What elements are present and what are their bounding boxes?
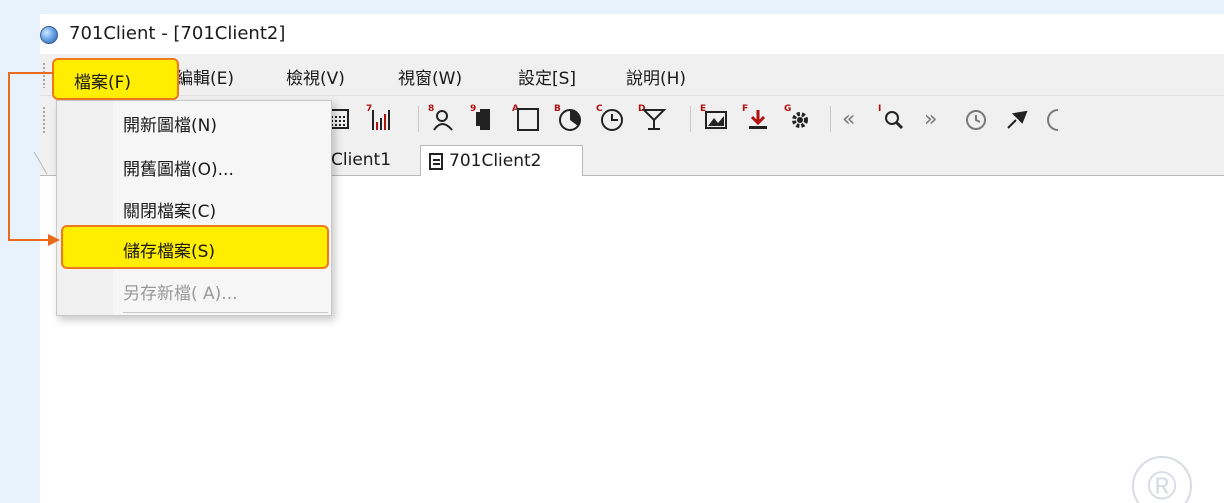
- double-left-icon[interactable]: «: [842, 107, 855, 132]
- svg-text:7: 7: [366, 104, 372, 114]
- search-icon-i[interactable]: I: [878, 104, 904, 130]
- registered-watermark: ®: [1132, 456, 1192, 503]
- svg-text:F: F: [742, 104, 748, 114]
- menu-view[interactable]: 檢視(V): [286, 64, 345, 89]
- menu-item-save[interactable]: 儲存檔案(S): [123, 237, 215, 262]
- calculator-icon-a[interactable]: A: [512, 104, 539, 131]
- toolbar-separator: [690, 106, 691, 132]
- svg-text:I: I: [878, 104, 881, 114]
- more-icon[interactable]: [1047, 109, 1059, 131]
- menu-window[interactable]: 視窗(W): [398, 64, 462, 89]
- image-icon-e[interactable]: E: [700, 104, 727, 129]
- clock-icon-c[interactable]: C: [596, 104, 623, 131]
- menu-item-open[interactable]: 開舊圖檔(O)...: [123, 155, 234, 180]
- svg-text:«: «: [842, 107, 855, 132]
- title-bar: 701Client - [701Client2]: [40, 14, 1224, 54]
- annotation-arrowhead: [48, 234, 60, 246]
- tab-client1[interactable]: Client1: [323, 145, 399, 176]
- menubar-grip[interactable]: [42, 62, 46, 88]
- menu-file[interactable]: 檔案(F): [52, 58, 179, 100]
- phone-icon-9[interactable]: 9: [470, 104, 490, 130]
- history-icon[interactable]: [966, 110, 986, 130]
- cocktail-icon-d[interactable]: D: [638, 104, 667, 130]
- annotation-arrow-top: [8, 72, 54, 74]
- menu-item-new[interactable]: 開新圖檔(N): [123, 111, 217, 136]
- toolbar-separator: [418, 106, 419, 132]
- gear-icon-g[interactable]: G: [784, 104, 808, 128]
- pie-chart-icon-b[interactable]: B: [554, 104, 581, 131]
- double-right-icon[interactable]: »: [924, 107, 937, 132]
- people-icon-8[interactable]: 8: [428, 104, 453, 131]
- svg-text:C: C: [596, 104, 603, 114]
- svg-text:»: »: [924, 107, 937, 132]
- menu-help[interactable]: 說明(H): [626, 64, 686, 89]
- menu-bar: 編輯(E) 檢視(V) 視窗(W) 設定[S] 說明(H): [40, 54, 1224, 96]
- globe-app-icon: [40, 26, 58, 44]
- svg-text:B: B: [554, 104, 561, 114]
- svg-text:9: 9: [470, 104, 476, 114]
- pin-icon[interactable]: [1007, 110, 1028, 129]
- annotation-arrow-vertical: [8, 72, 10, 241]
- tab-client1-label: Client1: [331, 150, 392, 170]
- annotation-arrow-bottom: [8, 239, 50, 241]
- file-dropdown-menu: 開新圖檔(N) 開舊圖檔(O)... 關閉檔案(C) 儲存檔案(S) 另存新檔(…: [56, 100, 332, 316]
- tab-701client2[interactable]: 701Client2: [420, 145, 583, 176]
- svg-text:G: G: [784, 104, 791, 114]
- document-icon: [429, 153, 443, 170]
- menu-separator: [123, 312, 328, 313]
- menu-edit[interactable]: 編輯(E): [176, 64, 234, 89]
- menu-gutter: [57, 101, 113, 315]
- menu-item-save-as: 另存新檔( A)...: [123, 284, 238, 304]
- window-title: 701Client - [701Client2]: [69, 23, 286, 44]
- tab-701client2-label: 701Client2: [449, 151, 542, 171]
- toolbar-separator: [830, 106, 831, 132]
- svg-text:8: 8: [428, 104, 434, 114]
- download-icon-f[interactable]: F: [742, 104, 767, 129]
- menu-item-close[interactable]: 關閉檔案(C): [123, 197, 216, 222]
- menu-settings[interactable]: 設定[S]: [518, 64, 576, 89]
- bar-chart-icon-7[interactable]: 7: [366, 104, 390, 130]
